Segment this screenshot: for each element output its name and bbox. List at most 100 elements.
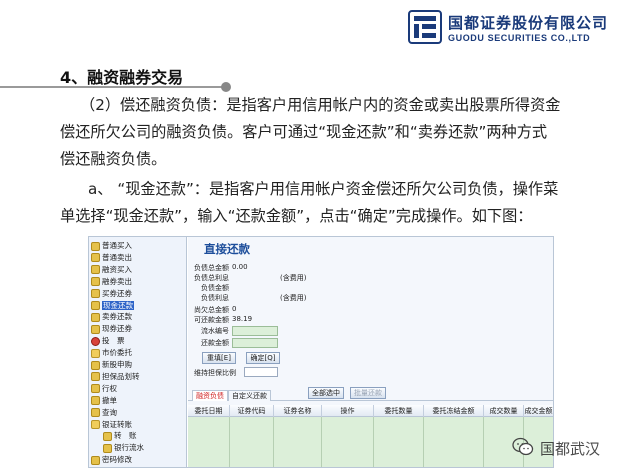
debt-total-interest-label: 负债总利息	[194, 274, 229, 282]
menu-item-label: 新股申购	[102, 360, 132, 369]
menu-item-label: 担保品划转	[102, 371, 140, 381]
menu-item-label: 市价委托	[102, 348, 132, 358]
menu-item[interactable]: 卖券还款	[91, 311, 185, 323]
tab-custom-repay[interactable]: 自定义还款	[228, 390, 271, 401]
panel-title: 直接还款	[204, 242, 250, 256]
confirm-button[interactable]: 确定[Q]	[246, 352, 280, 364]
watermark-text: 国都武汉	[540, 440, 601, 458]
serial-input[interactable]	[232, 326, 278, 336]
doc-icon	[91, 372, 100, 382]
menu-item[interactable]: 现券还券	[91, 323, 185, 335]
menu-item-label: 银行流水	[114, 443, 144, 453]
grid-column-line	[423, 417, 424, 467]
grid-column-header[interactable]: 成交数量	[484, 405, 524, 417]
menu-item[interactable]: 密码修改	[91, 454, 185, 466]
tab-bar: 融资负债 自定义还款 全部选中 批量还款	[188, 387, 553, 401]
menu-item-label: 融资买入	[102, 264, 132, 274]
repayable-label: 可还款金额	[194, 316, 229, 324]
doc-icon	[91, 241, 100, 251]
debt-interest-note: (含费用)	[280, 294, 307, 302]
doc-icon	[103, 443, 112, 453]
doc-icon	[91, 455, 100, 465]
paragraph-line: 偿还融资负债。	[60, 150, 167, 168]
wechat-watermark: 国都武汉	[512, 437, 632, 459]
debt-amount-label: 负债金额	[201, 284, 229, 292]
grid-column-line	[273, 417, 274, 467]
maintain-ratio-field	[244, 367, 278, 377]
debt-grid: 委托日期 证券代码 证券名称 操作 委托数量 委托冻结金额 成交数量 成交金额	[188, 405, 553, 467]
section-title: 4、融资融券交易	[60, 68, 184, 87]
grid-column-header[interactable]: 委托冻结金额	[424, 405, 484, 417]
menu-item-label: 现金还款	[102, 300, 134, 310]
menu-item-label: 普通卖出	[102, 252, 132, 262]
serial-label: 流水编号	[201, 327, 229, 335]
total-debt-label: 负债总金额	[194, 264, 229, 272]
company-name-cn: 国都证券股份有限公司	[448, 14, 609, 32]
menu-item[interactable]: 转 账	[103, 430, 197, 442]
menu-item[interactable]: 融券卖出	[91, 276, 185, 288]
menu-item-label: 现券还券	[102, 324, 132, 334]
menu-item[interactable]: 银证转账	[91, 419, 185, 431]
menu-item[interactable]: 撤单	[91, 395, 185, 407]
select-all-button[interactable]: 全部选中	[308, 387, 344, 399]
unsettled-value: 0	[232, 305, 237, 313]
doc-icon	[91, 324, 100, 334]
folder-icon	[91, 420, 100, 429]
menu-item[interactable]: 普通买入	[91, 240, 185, 252]
menu-item[interactable]: 银行流水	[103, 442, 197, 454]
menu-item[interactable]: 融资买入	[91, 264, 185, 276]
debt-total-interest-note: (含费用)	[280, 274, 307, 282]
folder-icon	[91, 348, 100, 358]
vote-icon	[91, 336, 100, 346]
amount-input[interactable]	[232, 338, 278, 348]
grid-column-line	[373, 417, 374, 467]
grid-column-header[interactable]: 证券名称	[274, 405, 322, 417]
trading-app-screenshot: 普通买入普通卖出融资买入融券卖出 买券还券现金还款卖券还款现券还券投 票市价委托新…	[88, 236, 554, 468]
grid-column-header[interactable]: 操作	[322, 405, 374, 417]
doc-icon	[91, 265, 100, 275]
menu-item-label: 买券还券	[102, 288, 132, 298]
batch-repay-button[interactable]: 批量还款	[350, 387, 386, 399]
title-divider-dot	[221, 82, 231, 92]
menu-item[interactable]: 新股申购	[91, 359, 185, 371]
doc-icon	[91, 396, 100, 406]
paragraph-line: （2）偿还融资负债：是指客户用信用帐户内的资金或卖出股票所得资金	[80, 96, 561, 114]
grid-header: 委托日期 证券代码 证券名称 操作 委托数量 委托冻结金额 成交数量 成交金额	[188, 405, 553, 417]
menu-item[interactable]: 市价委托	[91, 347, 185, 359]
doc-icon	[91, 360, 100, 370]
menu-item[interactable]: 担保品划转	[91, 371, 185, 383]
company-brand: 国都证券股份有限公司 GUODU SECURITIES CO.,LTD	[408, 8, 628, 50]
tab-financing-debt[interactable]: 融资负债	[192, 390, 228, 401]
grid-column-header[interactable]: 证券代码	[230, 405, 274, 417]
menu-item-label: 行权	[102, 383, 117, 393]
menu-item-label: 转 账	[114, 431, 137, 441]
grid-column-header[interactable]: 委托数量	[374, 405, 424, 417]
menu-item[interactable]: 查询	[91, 407, 185, 419]
grid-column-header[interactable]: 成交金额	[524, 405, 553, 417]
company-name-en: GUODU SECURITIES CO.,LTD	[448, 33, 591, 43]
menu-item-label: 银证转账	[102, 419, 132, 429]
grid-column-line	[229, 417, 230, 467]
menu-item[interactable]: 行权	[91, 383, 185, 395]
menu-item-label: 卖券还款	[102, 312, 132, 322]
doc-icon	[91, 289, 100, 299]
paragraph-line: 偿还所欠公司的融资负债。客户可通过“现金还款”和“卖券还款”两种方式	[60, 123, 548, 141]
repayable-value: 38.19	[232, 315, 253, 323]
title-divider	[0, 86, 226, 88]
menu-item-label: 普通买入	[102, 241, 132, 250]
menu-item[interactable]: 买券还券	[91, 288, 185, 300]
paragraph-line: a、 “现金还款”：是指客户用信用帐户资金偿还所欠公司负债，操作菜	[88, 180, 559, 198]
grid-column-header[interactable]: 委托日期	[188, 405, 230, 417]
doc-icon	[91, 301, 100, 310]
doc-icon	[103, 431, 112, 441]
doc-icon	[91, 408, 100, 418]
maintain-ratio-label: 维持担保比例	[194, 369, 236, 377]
menu-item[interactable]: 现金还款	[91, 300, 185, 312]
amount-label: 还款金额	[201, 339, 229, 347]
doc-icon	[91, 253, 100, 263]
menu-item[interactable]: 普通卖出	[91, 252, 185, 264]
menu-item[interactable]: 投 票	[91, 335, 185, 347]
doc-icon	[91, 312, 100, 322]
grid-column-line	[483, 417, 484, 467]
refill-button[interactable]: 重填[E]	[202, 352, 236, 364]
